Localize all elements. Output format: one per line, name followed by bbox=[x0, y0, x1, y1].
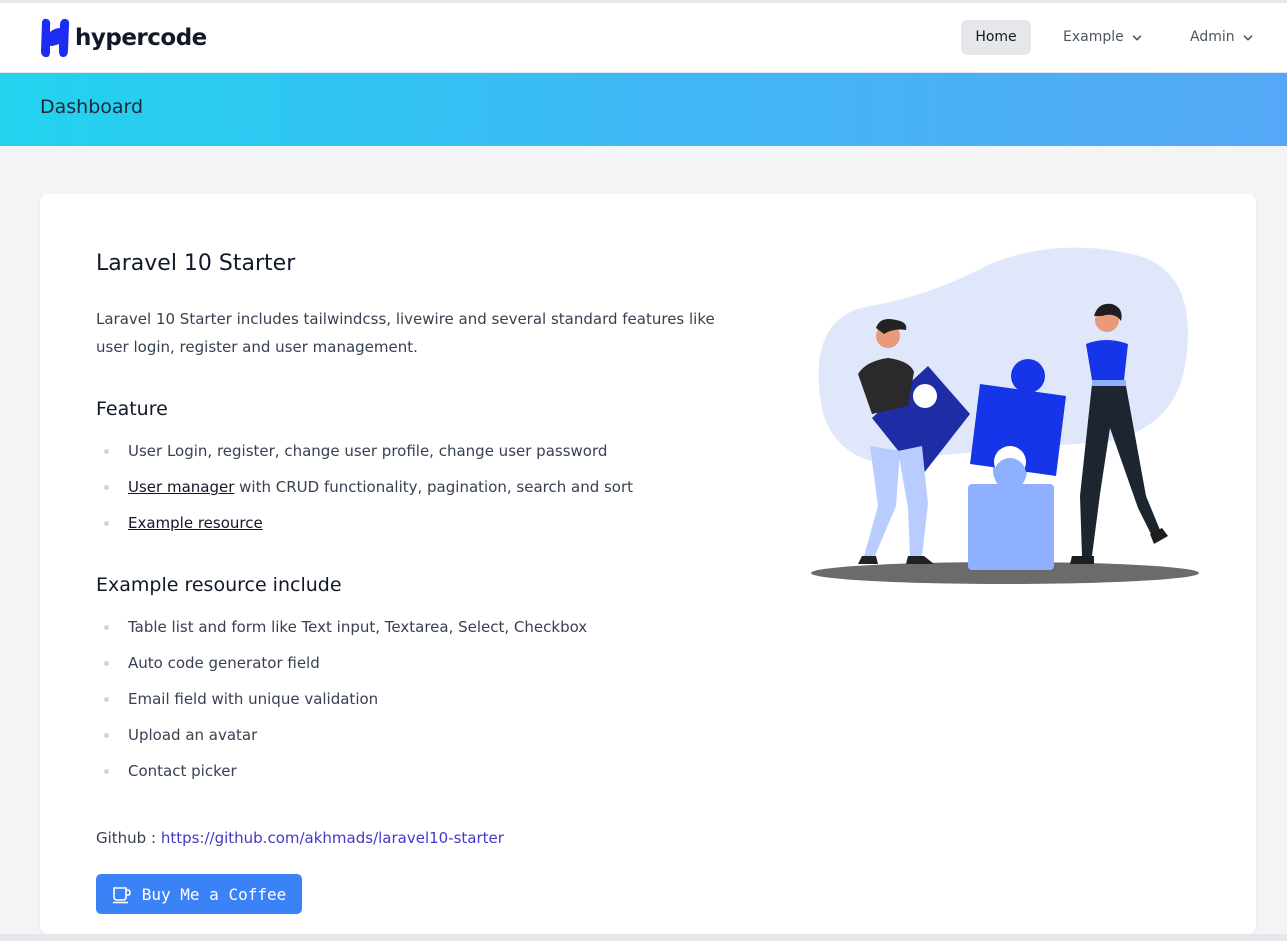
resource-heading: Example resource include bbox=[96, 574, 342, 596]
nav-example-dropdown[interactable]: Example bbox=[1063, 20, 1142, 55]
list-item: Auto code generator field bbox=[102, 645, 587, 681]
list-item: Contact picker bbox=[102, 753, 587, 789]
coffee-button-label: Buy Me a Coffee bbox=[141, 884, 287, 904]
feature-text: with CRUD functionality, pagination, sea… bbox=[234, 478, 634, 496]
nav-home[interactable]: Home bbox=[961, 20, 1031, 55]
resource-text: Contact picker bbox=[128, 762, 237, 780]
chevron-down-icon bbox=[1243, 34, 1252, 40]
github-line: Github : https://github.com/akhmads/lara… bbox=[96, 829, 504, 847]
buy-me-a-coffee-button[interactable]: Buy Me a Coffee bbox=[96, 874, 302, 914]
nav-admin-dropdown[interactable]: Admin bbox=[1190, 20, 1253, 55]
resource-text: Table list and form like Text input, Tex… bbox=[128, 618, 588, 636]
feature-list: User Login, register, change user profil… bbox=[102, 433, 633, 541]
feature-heading: Feature bbox=[96, 398, 168, 420]
nav-admin-label: Admin bbox=[1190, 29, 1235, 45]
puzzle-teamwork-illustration bbox=[811, 247, 1199, 584]
list-item: Email field with unique validation bbox=[102, 681, 587, 717]
list-item: Table list and form like Text input, Tex… bbox=[102, 609, 587, 645]
example-resource-link[interactable]: Example resource bbox=[128, 514, 263, 532]
resource-text: Auto code generator field bbox=[128, 654, 320, 672]
github-label: Github : bbox=[96, 829, 161, 847]
list-item: User Login, register, change user profil… bbox=[102, 433, 633, 469]
list-item: Example resource bbox=[102, 505, 633, 541]
brand-name: hypercode bbox=[75, 25, 207, 51]
page-header: Dashboard bbox=[0, 73, 1287, 146]
hypercode-logo-icon bbox=[41, 18, 70, 58]
top-navbar: hypercode Home Example Admin bbox=[0, 3, 1287, 73]
window-bottom-border bbox=[0, 934, 1287, 941]
feature-text: User Login, register, change user profil… bbox=[128, 442, 608, 460]
github-link[interactable]: https://github.com/akhmads/laravel10-sta… bbox=[161, 829, 504, 847]
nav-home-label: Home bbox=[975, 29, 1017, 45]
card-title: Laravel 10 Starter bbox=[96, 251, 296, 276]
intro-text: Laravel 10 Starter includes tailwindcss,… bbox=[96, 310, 715, 356]
page-title: Dashboard bbox=[40, 96, 144, 118]
resource-text: Email field with unique validation bbox=[128, 690, 379, 708]
nav-example-label: Example bbox=[1063, 29, 1124, 45]
chevron-down-icon bbox=[1132, 34, 1142, 40]
coffee-cup-icon bbox=[112, 887, 131, 904]
brand-logo[interactable]: hypercode bbox=[39, 18, 207, 58]
resource-list: Table list and form like Text input, Tex… bbox=[102, 609, 587, 789]
content-card: Laravel 10 Starter Laravel 10 Starter in… bbox=[40, 194, 1256, 934]
list-item: User manager with CRUD functionality, pa… bbox=[102, 469, 633, 505]
user-manager-link[interactable]: User manager bbox=[128, 478, 234, 496]
list-item: Upload an avatar bbox=[102, 717, 587, 753]
resource-text: Upload an avatar bbox=[128, 726, 258, 744]
